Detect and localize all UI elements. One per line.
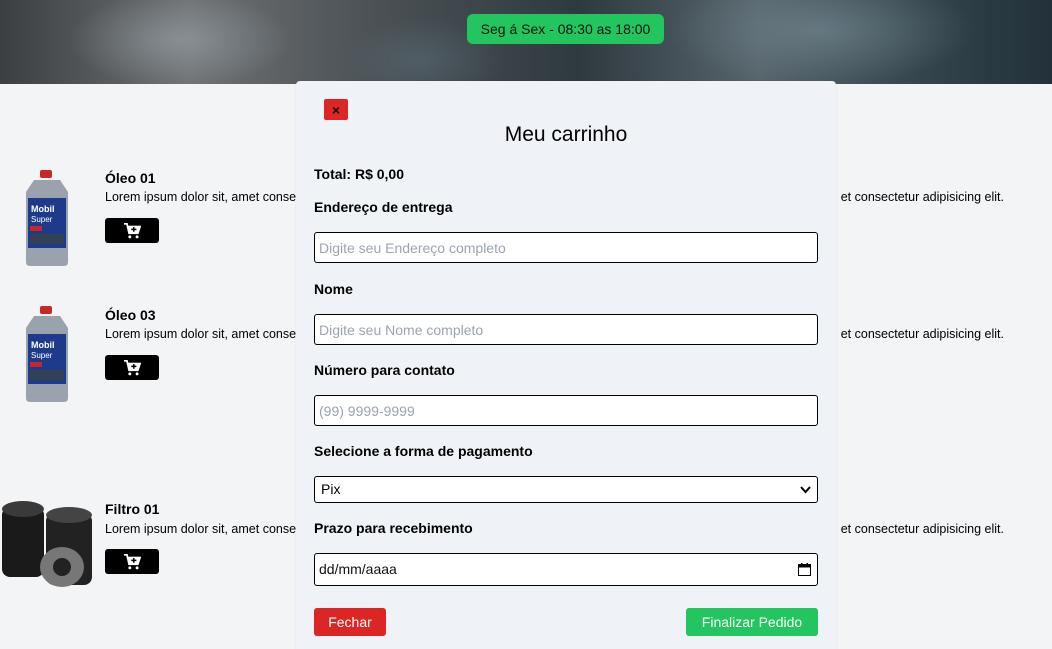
date-value: dd/mm/aaaa — [319, 561, 397, 577]
phone-label: Número para contato — [314, 362, 455, 378]
calendar-icon[interactable] — [798, 563, 811, 576]
opening-hours-badge: Seg á Sex - 08:30 as 18:00 — [467, 14, 664, 44]
name-input[interactable] — [314, 314, 818, 345]
cart-plus-icon — [124, 222, 141, 238]
oil-filter-image — [2, 501, 92, 587]
name-label: Nome — [314, 281, 353, 297]
product-name: Filtro 01 — [105, 501, 160, 517]
product-description-end: et consectetur adipisicing elit. — [840, 190, 1004, 204]
close-icon[interactable]: × — [324, 99, 348, 120]
motor-oil-bottle-image: Mobil Super — [26, 170, 68, 266]
svg-text:Super: Super — [31, 351, 53, 360]
modal-title: Meu carrinho — [504, 123, 628, 146]
svg-text:Super: Super — [31, 215, 53, 224]
hero-banner: Seg á Sex - 08:30 as 18:00 — [0, 0, 1052, 84]
cart-plus-icon — [124, 359, 141, 375]
add-to-cart-button[interactable] — [105, 355, 159, 380]
cart-total: Total: R$ 0,00 — [314, 166, 404, 182]
address-input[interactable] — [314, 232, 818, 263]
deadline-date-input[interactable]: dd/mm/aaaa — [314, 553, 818, 586]
phone-input[interactable] — [314, 395, 818, 426]
svg-text:Mobil: Mobil — [31, 204, 55, 214]
cart-modal: × Meu carrinho Total: R$ 0,00 Endereço d… — [296, 81, 836, 649]
deadline-label: Prazo para recebimento — [314, 520, 473, 536]
address-label: Endereço de entrega — [314, 199, 453, 215]
product-name: Óleo 03 — [105, 307, 156, 323]
close-button[interactable]: Fechar — [314, 608, 386, 636]
product-description-end: et consectetur adipisicing elit. — [840, 327, 1004, 341]
payment-select[interactable]: Pix — [314, 476, 818, 503]
svg-text:Mobil: Mobil — [31, 340, 55, 350]
chevron-down-icon — [800, 477, 811, 512]
payment-label: Selecione a forma de pagamento — [314, 443, 533, 459]
product-name: Óleo 01 — [105, 170, 156, 186]
product-description-end: et consectetur adipisicing elit. — [840, 522, 1004, 536]
add-to-cart-button[interactable] — [105, 549, 159, 574]
payment-selected-value: Pix — [321, 481, 341, 497]
finalize-order-button[interactable]: Finalizar Pedido — [686, 608, 818, 636]
add-to-cart-button[interactable] — [105, 218, 159, 243]
cart-plus-icon — [124, 553, 141, 569]
motor-oil-bottle-image: Mobil Super — [26, 306, 68, 402]
